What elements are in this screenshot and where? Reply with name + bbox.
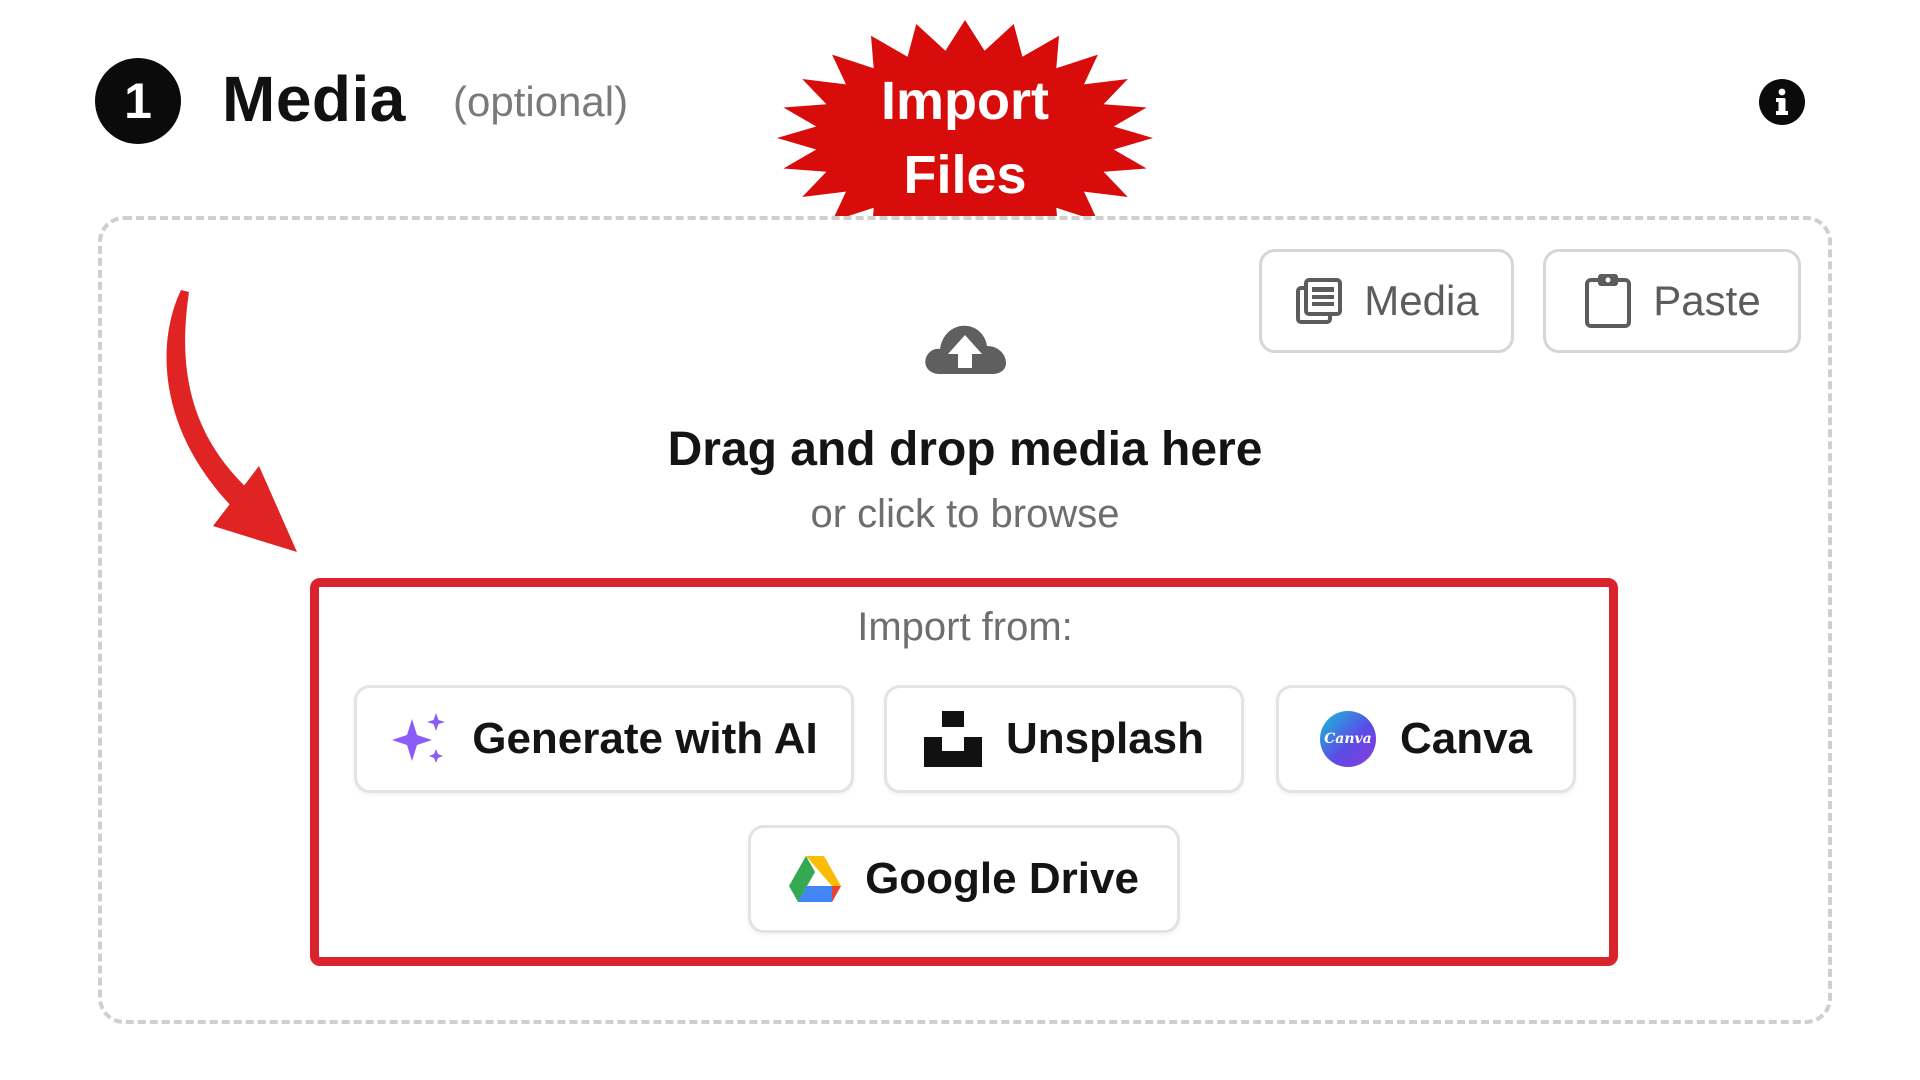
cloud-upload-icon (925, 325, 1006, 374)
sparkle-icon (392, 713, 446, 763)
annotation-arrow (166, 290, 297, 552)
media-library-button[interactable]: Media (1259, 249, 1514, 353)
media-button-label: Media (1364, 277, 1479, 324)
drag-drop-headline: Drag and drop media here (667, 423, 1263, 476)
optional-label: (optional) (453, 78, 629, 125)
unsplash-button[interactable]: Unsplash (884, 685, 1244, 793)
canva-button[interactable]: Canva Canva (1276, 685, 1576, 793)
google-drive-label: Google Drive (865, 854, 1139, 903)
unsplash-logo-icon (923, 711, 982, 767)
paste-button[interactable]: Paste (1543, 249, 1801, 353)
google-drive-button[interactable]: Google Drive (748, 825, 1180, 933)
starburst-line1: Import (881, 71, 1049, 131)
media-library-icon (1296, 278, 1343, 324)
canva-logo-icon: Canva (1319, 711, 1376, 767)
section-title: Media (222, 63, 406, 135)
canva-label: Canva (1399, 714, 1533, 763)
info-icon[interactable] (1759, 79, 1805, 125)
browse-subtext[interactable]: or click to browse (560, 492, 1370, 537)
unsplash-label: Unsplash (1005, 714, 1205, 763)
generate-with-ai-button[interactable]: Generate with AI (354, 685, 854, 793)
step-number-badge: 1 (95, 58, 181, 144)
paste-button-label: Paste (1653, 277, 1761, 324)
google-drive-logo-icon (789, 856, 842, 902)
import-from-label: Import from: (857, 605, 1073, 649)
starburst-label: Import Files (815, 64, 1115, 212)
generate-with-ai-label: Generate with AI (472, 714, 818, 763)
clipboard-icon (1585, 274, 1632, 328)
starburst-line2: Files (903, 145, 1027, 205)
